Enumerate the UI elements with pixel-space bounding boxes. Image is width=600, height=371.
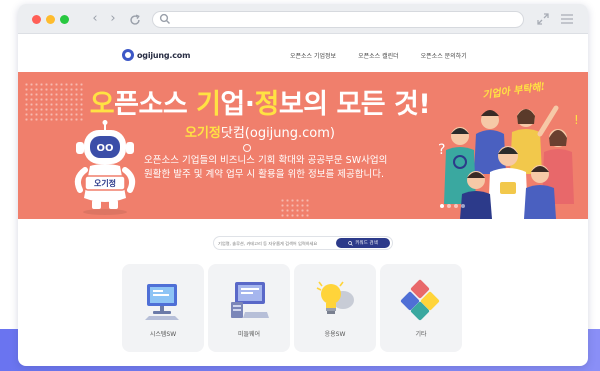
puzzle-icon [400, 279, 440, 321]
site-logo[interactable]: ogijung.com [122, 48, 190, 62]
lightbulb-icon [316, 281, 354, 314]
keyword-search-button[interactable]: 키워드 검색 [336, 238, 390, 248]
logo-text: ogijung.com [137, 50, 191, 60]
hero-description-line: 오픈소스 기업들의 비즈니스 기회 확대와 공공부문 SW사업의 [144, 155, 388, 166]
hero-title-part: 픈소스 [114, 89, 197, 120]
category-card-system-sw[interactable]: 시스템SW [122, 264, 204, 352]
category-label: 미들웨어 [237, 331, 261, 338]
forward-arrow-icon[interactable]: › [106, 11, 120, 27]
category-label: 응용SW [324, 331, 346, 338]
nav-item-calendar[interactable]: 오픈소스 캘린더 [358, 51, 399, 60]
reload-icon[interactable] [128, 12, 142, 28]
hero-subtitle-highlight: 오기정 [184, 126, 221, 141]
slide-dot[interactable] [440, 204, 444, 208]
search-icon [348, 240, 353, 246]
category-label: 시스템SW [149, 331, 177, 338]
address-bar[interactable] [152, 11, 524, 28]
search-bar: 키워드 검색 [213, 236, 393, 250]
decorative-dot-pattern [280, 198, 310, 218]
people-illustration-icon: ? ! [438, 105, 579, 219]
svg-text:?: ? [438, 142, 445, 158]
slide-dot[interactable] [461, 204, 465, 208]
keyword-search-input[interactable] [218, 237, 336, 249]
mascot-face-text: OO [96, 143, 113, 154]
main-nav: 오픈소스 기업정보 오픈소스 캘린더 오픈소스 문의하기 [290, 51, 489, 60]
slide-dot[interactable] [447, 204, 451, 208]
mascot-badge-text: 오기정 [94, 178, 116, 188]
hero-description: 오픈소스 기업들의 비즈니스 기회 확대와 공공부문 SW사업의 원활한 발주 … [144, 154, 444, 182]
maximize-window-button[interactable] [60, 15, 69, 24]
nav-item-inquiry[interactable]: 오픈소스 문의하기 [421, 51, 467, 60]
hero-title: 오픈소스 기업·정보의 모든 것! [80, 82, 440, 121]
keyword-search-button-label: 키워드 검색 [355, 241, 378, 246]
hero-description-line: 원활한 발주 및 계약 업무 시 활용을 위한 정보를 제공합니다. [144, 169, 384, 180]
browser-toolbar: ‹ › [18, 4, 588, 34]
hero-title-part: 오 [89, 89, 115, 120]
hero-title-part: 보의 모든 것! [278, 89, 431, 120]
close-window-button[interactable] [32, 15, 41, 24]
hero-subtitle-rest: 닷컴(ogijung.com) [220, 126, 335, 141]
category-cards: 시스템SW 미들웨어 응용SW 기타 [122, 264, 466, 352]
logo-mark-icon [122, 49, 134, 61]
svg-text:!: ! [574, 113, 579, 127]
category-card-middleware[interactable]: 미들웨어 [208, 264, 290, 352]
hero-banner[interactable]: OO 오기정 오픈소스 기업·정보의 모든 것! 오기정닷컴(ogijung.c… [18, 72, 588, 219]
slide-dot[interactable] [454, 204, 458, 208]
hero-title-part: 기 [196, 89, 221, 120]
search-icon [159, 13, 170, 24]
hero-subtitle: 오기정닷컴(ogijung.com) [80, 122, 440, 141]
hero-title-part: 정 [254, 89, 280, 120]
site-header: ogijung.com 오픈소스 기업정보 오픈소스 캘린더 오픈소스 문의하기 [18, 42, 588, 68]
decorative-dot-pattern [24, 82, 84, 122]
nav-item-company-info[interactable]: 오픈소스 기업정보 [290, 51, 336, 60]
category-label: 기타 [415, 331, 427, 338]
back-arrow-icon[interactable]: ‹ [88, 11, 102, 27]
minimize-window-button[interactable] [46, 15, 55, 24]
expand-icon[interactable] [536, 12, 550, 26]
browser-window: ‹ › ogijung.com 오픈소스 기업정보 오픈소스 캘린더 오픈소스 … [18, 4, 588, 366]
hamburger-menu-icon[interactable] [560, 13, 574, 25]
hero-title-part: 업· [220, 89, 255, 120]
category-card-application-sw[interactable]: 응용SW [294, 264, 376, 352]
server-computer-icon [231, 282, 269, 318]
slide-indicator [440, 204, 468, 208]
decorative-circle [243, 144, 251, 152]
category-card-etc[interactable]: 기타 [380, 264, 462, 352]
desktop-computer-icon [145, 284, 179, 320]
